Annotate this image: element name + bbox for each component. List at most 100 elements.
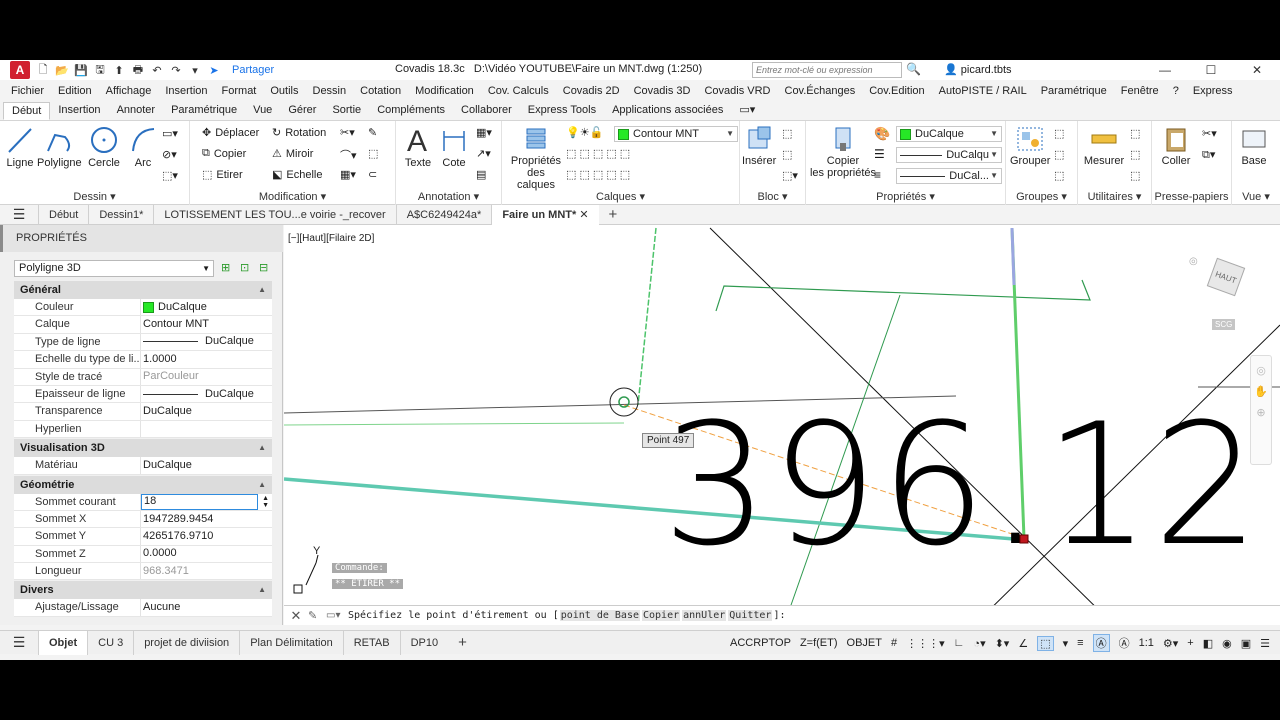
- menu-outils[interactable]: Outils: [270, 85, 298, 97]
- linetype-dropdown[interactable]: DuCalqu ▼: [896, 147, 1002, 163]
- tab-complements[interactable]: Compléments: [369, 102, 453, 120]
- layout-tab-dp10[interactable]: DP10: [399, 630, 449, 655]
- menu-insertion[interactable]: Insertion: [165, 85, 207, 97]
- close-button[interactable]: ✕: [1234, 60, 1280, 80]
- command-line[interactable]: ✕ ✎ ▭▾ Spécifiez le point d'étirement ou…: [284, 605, 1280, 625]
- menu-covadis-3d[interactable]: Covadis 3D: [634, 85, 691, 97]
- category-geometrie[interactable]: Géométrie ▲: [14, 475, 272, 494]
- prop-row-ajustage-lissage[interactable]: Ajustage/Lissage Aucune: [14, 599, 272, 617]
- menu-covadis-2d[interactable]: Covadis 2D: [563, 85, 620, 97]
- erase-icon[interactable]: ✎: [368, 126, 377, 139]
- prop-row-style-de-trace[interactable]: Style de tracé ParCouleur: [14, 368, 272, 386]
- mesurer-button[interactable]: Mesurer: [1080, 125, 1128, 167]
- doc-tab-faire-un-mnt[interactable]: Faire un MNT* ✕: [491, 204, 599, 225]
- edit-block-icon[interactable]: ⬚: [782, 148, 792, 161]
- new-layout-button[interactable]: +: [458, 634, 467, 651]
- prop-row-sommet-z[interactable]: Sommet Z 0.0000: [14, 545, 272, 564]
- copier-proprietes-button[interactable]: Copier les propriétés: [808, 125, 878, 179]
- panel-title-vue[interactable]: Vue ▾: [1232, 190, 1280, 203]
- new-tab-button[interactable]: +: [609, 206, 618, 223]
- doc-tab-lotissement[interactable]: LOTISSEMENT LES TOU...e voirie -_recover: [153, 204, 395, 225]
- tab-sortie[interactable]: Sortie: [324, 102, 369, 120]
- fillet-icon[interactable]: ⌒▾: [340, 147, 357, 163]
- prop-row-longueur[interactable]: Longueur 968.3471: [14, 563, 272, 581]
- offset-icon[interactable]: ⊂: [368, 168, 377, 181]
- menu-dessin[interactable]: Dessin: [313, 85, 347, 97]
- file-tabs-menu-icon[interactable]: ☰: [0, 206, 38, 223]
- quick-select-icon[interactable]: ⊟: [259, 261, 273, 275]
- viewcube[interactable]: HAUT ◎: [1189, 250, 1257, 310]
- save-icon[interactable]: 💾: [74, 63, 88, 77]
- zf-button[interactable]: Z=f(ET): [800, 637, 838, 649]
- panel-title-utilitaires[interactable]: Utilitaires ▾: [1078, 190, 1151, 203]
- clean-screen-icon[interactable]: ▣: [1241, 637, 1251, 650]
- layer-tools-row2[interactable]: ⬚ ⬚ ⬚ ⬚ ⬚: [566, 168, 630, 181]
- tab-debut[interactable]: Début: [3, 102, 51, 120]
- ortho-icon[interactable]: ∟: [954, 637, 965, 649]
- workspace-icon[interactable]: ⚙▾: [1163, 637, 1178, 650]
- copy-clip-icon[interactable]: ⧉▾: [1202, 148, 1215, 162]
- panel-title-groupes[interactable]: Groupes ▾: [1006, 190, 1077, 203]
- menu-covadis-vrd[interactable]: Covadis VRD: [704, 85, 770, 97]
- redo-icon[interactable]: ↷: [169, 63, 183, 77]
- cote-button[interactable]: Cote: [438, 123, 470, 169]
- tab-vue[interactable]: Vue: [245, 102, 280, 120]
- prop-row-sommet-y[interactable]: Sommet Y 4265176.9710: [14, 528, 272, 546]
- hatch-icon[interactable]: ⊘▾: [162, 148, 177, 161]
- copier-button[interactable]: ⧉ Copier: [202, 147, 246, 160]
- panel-title-annotation[interactable]: Annotation ▾: [396, 190, 501, 203]
- viewcube-orbit-icon[interactable]: ◎: [1189, 256, 1198, 267]
- search-input[interactable]: Entrez mot-clé ou expression: [752, 62, 902, 78]
- util-tool1-icon[interactable]: ⬚: [1130, 127, 1140, 140]
- prop-row-calque[interactable]: Calque Contour MNT: [14, 316, 272, 334]
- tab-insertion[interactable]: Insertion: [50, 102, 108, 120]
- create-block-icon[interactable]: ⬚: [782, 127, 792, 140]
- object-snap-dropdown-icon[interactable]: ▾: [1063, 637, 1069, 650]
- customize-status-icon[interactable]: ☰: [1260, 637, 1270, 650]
- option-annuler[interactable]: annUler: [682, 610, 727, 621]
- menu-affichage[interactable]: Affichage: [106, 85, 152, 97]
- close-tab-icon[interactable]: ✕: [579, 209, 588, 221]
- add-icon[interactable]: +: [1187, 637, 1193, 649]
- proprietes-calques-button[interactable]: Propriétés des calques: [507, 125, 565, 191]
- menu-autopiste-rail[interactable]: AutoPISTE / RAIL: [939, 85, 1027, 97]
- app-menu-button[interactable]: A: [10, 61, 30, 79]
- recent-commands-icon[interactable]: ▭▾: [326, 610, 348, 621]
- cercle-button[interactable]: Cercle: [86, 125, 122, 169]
- color-dropdown[interactable]: DuCalque ▼: [896, 126, 1002, 142]
- isolate-icon[interactable]: ◧: [1203, 637, 1213, 650]
- menu-help[interactable]: ?: [1173, 85, 1179, 97]
- group-edit-icon[interactable]: ⬚: [1054, 148, 1064, 161]
- prop-row-sommet-courant[interactable]: Sommet courant 18 ▲ ▼: [14, 493, 272, 511]
- new-icon[interactable]: 🗋: [36, 63, 50, 77]
- coller-button[interactable]: Coller: [1156, 125, 1196, 167]
- sommet-courant-input[interactable]: 18: [141, 493, 258, 510]
- menu-express[interactable]: Express: [1193, 85, 1233, 97]
- grouper-button[interactable]: Grouper: [1010, 125, 1050, 167]
- panel-title-bloc[interactable]: Bloc ▾: [740, 190, 805, 203]
- navigation-bar[interactable]: ◎ ✋ ⊕: [1250, 355, 1272, 465]
- texte-button[interactable]: A Texte: [402, 123, 434, 169]
- util-tool2-icon[interactable]: ⬚: [1130, 148, 1140, 161]
- menu-fichier[interactable]: Fichier: [11, 85, 44, 97]
- object-snap-tracking-icon[interactable]: ∠: [1018, 637, 1028, 650]
- objet-button[interactable]: OBJET: [847, 637, 882, 649]
- layout-tab-plan-delimitation[interactable]: Plan Délimitation: [239, 630, 343, 655]
- menu-parametrique[interactable]: Paramétrique: [1041, 85, 1107, 97]
- layer-state-icons[interactable]: 💡☀🔓: [566, 126, 603, 139]
- panel-title-presse-papiers[interactable]: Presse-papiers: [1152, 191, 1231, 203]
- layout-tab-cu3[interactable]: CU 3: [87, 630, 133, 655]
- doc-tab-acad-temp[interactable]: A$C6249424a*: [395, 204, 492, 225]
- rectangle-icon[interactable]: ▭▾: [162, 127, 178, 140]
- layout-tab-objet[interactable]: Objet: [38, 630, 88, 655]
- zoom-icon[interactable]: ⊕: [1251, 406, 1271, 419]
- etirer-button[interactable]: ⬚ Etirer: [202, 168, 243, 182]
- menu-modification[interactable]: Modification: [415, 85, 474, 97]
- tab-gerer[interactable]: Gérer: [280, 102, 324, 120]
- viewport-controls[interactable]: [−][Haut][Filaire 2D]: [288, 233, 374, 244]
- annotation-scale-auto-icon[interactable]: Ⓐ: [1092, 634, 1110, 652]
- user-account[interactable]: 👤 picard.tbts: [944, 63, 1012, 76]
- layout-menu-icon[interactable]: ☰: [0, 634, 38, 651]
- menu-cov-calculs[interactable]: Cov. Calculs: [488, 85, 549, 97]
- grid-icon[interactable]: #: [891, 637, 897, 649]
